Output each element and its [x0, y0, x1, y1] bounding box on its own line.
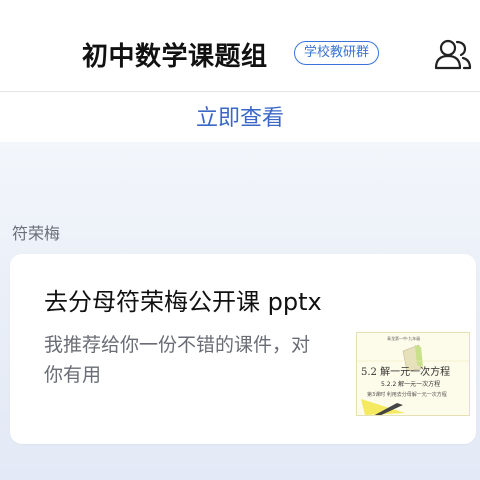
- group-title: 初中数学课题组: [82, 42, 268, 72]
- thumbnail-heading: 5.2 解一元一次方程: [361, 367, 451, 378]
- file-description: 我推荐给你一份不错的课件，对你有用: [44, 334, 311, 386]
- contacts-icon-svg: [434, 39, 472, 70]
- shared-file-card[interactable]: 去分母符荣梅公开课 pptx 我推荐给你一份不错的课件，对你有用 青龙第一中·九…: [10, 254, 476, 444]
- group-type-badge: 学校教研群: [294, 41, 380, 65]
- contacts-icon[interactable]: [434, 38, 472, 70]
- view-now-link[interactable]: 立即查看: [196, 100, 284, 132]
- thumbnail-top-text: 青龙第一中·九年级: [387, 336, 421, 341]
- thumbnail-subtitle: 第3课时 利用去分母解一元一次方程: [367, 392, 447, 398]
- file-thumbnail[interactable]: 青龙第一中·九年级 5.2 解一元一次方程 5.2.2 解一元一次方程 第3课时…: [356, 332, 470, 416]
- file-title: 去分母符荣梅公开课 pptx: [44, 288, 322, 316]
- sender-name: 符荣梅: [12, 224, 61, 243]
- chat-header: 初中数学课题组 学校教研群: [0, 0, 480, 92]
- view-banner: 立即查看: [0, 92, 480, 142]
- thumbnail-subheading: 5.2.2 解一元一次方程: [381, 381, 441, 388]
- chat-area[interactable]: 符荣梅 去分母符荣梅公开课 pptx 我推荐给你一份不错的课件，对你有用 青龙第…: [0, 142, 480, 480]
